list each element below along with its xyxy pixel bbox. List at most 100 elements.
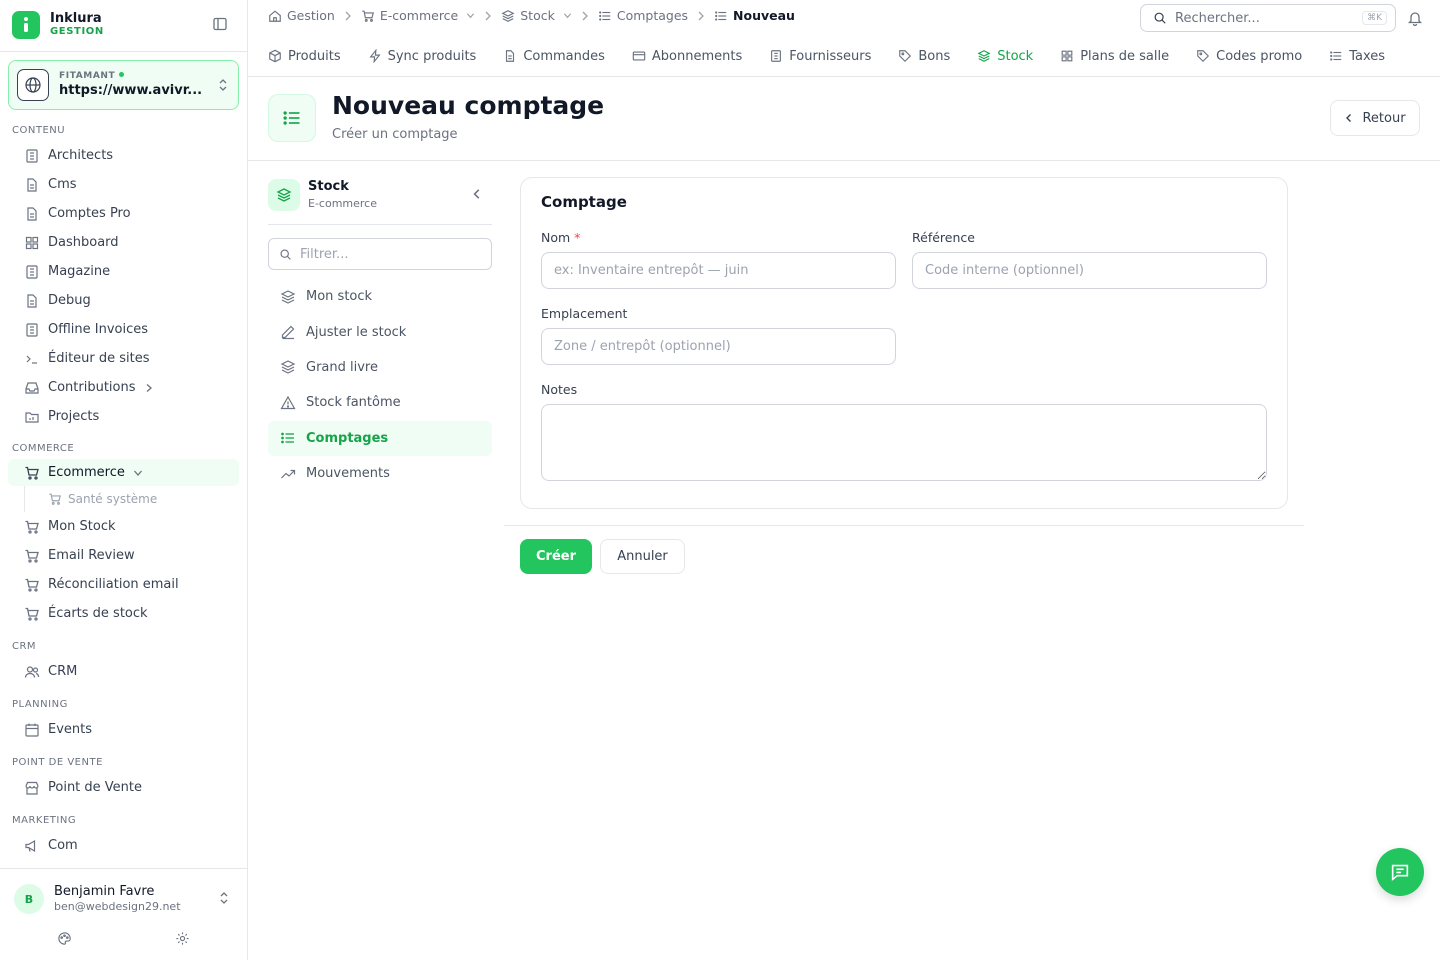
nom-label: Nom * <box>541 230 581 245</box>
globe-icon <box>17 69 49 101</box>
tab-plans-de-salle[interactable]: Plans de salle <box>1060 35 1169 76</box>
sidebar-toggle-icon[interactable] <box>212 16 228 32</box>
breadcrumb-nouveau: Nouveau <box>714 8 795 23</box>
tab-bons[interactable]: Bons <box>898 35 950 76</box>
subnav-item-stock-fantome[interactable]: Stock fantôme <box>268 385 492 420</box>
sidebar-item-architects[interactable]: Architects <box>8 141 239 170</box>
chat-bubble-icon[interactable] <box>1376 848 1424 896</box>
subnav-item-comptages[interactable]: Comptages <box>268 420 492 456</box>
sidebar-item-mon-stock[interactable]: Mon Stock <box>8 512 239 541</box>
layers-icon <box>280 359 296 375</box>
settings-gear-icon[interactable] <box>175 931 190 946</box>
subnav-filter-input[interactable]: Filtrer... <box>268 238 492 270</box>
user-menu[interactable]: B Benjamin Favre ben@webdesign29.net <box>0 868 247 960</box>
sidebar-item-projects[interactable]: Projects <box>8 402 239 431</box>
users-icon <box>24 664 40 680</box>
sidebar-item-crm[interactable]: CRM <box>8 657 239 686</box>
sidebar-item-email-review[interactable]: Email Review <box>8 541 239 570</box>
subnav-items: Mon stock Ajuster le stock Grand livre S… <box>268 279 492 491</box>
subnav-item-grand-livre[interactable]: Grand livre <box>268 350 492 385</box>
grid-icon <box>1060 49 1074 63</box>
warning-icon <box>280 395 296 411</box>
notes-textarea[interactable] <box>541 404 1267 481</box>
list-icon <box>280 430 296 446</box>
sidebar-item-editeur-de-sites[interactable]: Éditeur de sites <box>8 344 239 373</box>
tab-taxes[interactable]: Taxes <box>1329 35 1385 76</box>
sidebar-item-magazine[interactable]: Magazine <box>8 257 239 286</box>
cancel-button[interactable]: Annuler <box>600 539 685 574</box>
terminal-icon <box>24 351 40 367</box>
sidebar-item-point-de-vente[interactable]: Point de Vente <box>8 773 239 802</box>
section-title-planning: PLANNING <box>12 699 68 710</box>
box-icon <box>268 49 282 63</box>
layers-icon <box>501 9 515 23</box>
layers-icon <box>977 49 991 63</box>
brand[interactable]: Inklura GESTION <box>12 11 242 41</box>
search-placeholder: Rechercher... <box>1175 10 1260 26</box>
breadcrumb-separator-icon <box>484 11 492 21</box>
list-icon <box>268 94 316 142</box>
file-icon <box>503 49 517 63</box>
sidebar-item-dashboard[interactable]: Dashboard <box>8 228 239 257</box>
sidebar-item-events[interactable]: Events <box>8 715 239 744</box>
nom-input[interactable] <box>541 252 896 289</box>
breadcrumb-separator-icon <box>581 11 589 21</box>
breadcrumb: Gestion E-commerce Stock Comptages Nouve… <box>268 8 795 23</box>
folder-icon <box>24 409 40 425</box>
sidebar-item-contributions[interactable]: Contributions <box>8 373 239 402</box>
chevron-updown-icon <box>218 891 230 905</box>
breadcrumb-gestion[interactable]: Gestion <box>268 8 335 23</box>
global-search[interactable]: Rechercher... ⌘K <box>1140 4 1396 32</box>
subnav-item-mon-stock[interactable]: Mon stock <box>268 279 492 314</box>
tab-stock[interactable]: Stock <box>965 35 1045 76</box>
page-header: Nouveau comptage Créer un comptage Retou… <box>248 77 1440 161</box>
breadcrumb-stock[interactable]: Stock <box>501 8 572 23</box>
bell-icon[interactable] <box>1407 10 1423 26</box>
sidebar: Inklura GESTION FITAMANT https://www.avi… <box>0 0 248 960</box>
app-root: Inklura GESTION FITAMANT https://www.avi… <box>0 0 1440 960</box>
cart-icon <box>24 465 40 481</box>
calendar-icon <box>24 722 40 738</box>
site-switcher[interactable]: FITAMANT https://www.avivr... <box>8 60 239 110</box>
sidebar-item-com[interactable]: Com <box>8 831 239 860</box>
cart-icon <box>24 548 40 564</box>
reference-input[interactable] <box>912 252 1267 289</box>
sidebar-item-ecarts-de-stock[interactable]: Écarts de stock <box>8 599 239 628</box>
back-button[interactable]: Retour <box>1330 100 1420 136</box>
create-button[interactable]: Créer <box>520 539 592 574</box>
palette-icon[interactable] <box>57 931 72 946</box>
emplacement-input[interactable] <box>541 328 896 365</box>
cart-icon <box>361 9 375 23</box>
breadcrumb-separator-icon <box>344 11 352 21</box>
sidebar-subitem-sante-systeme[interactable]: Santé système <box>8 486 239 512</box>
subnav-item-mouvements[interactable]: Mouvements <box>268 456 492 491</box>
section-title-contenu: CONTENU <box>12 125 66 136</box>
subnav-item-ajuster-le-stock[interactable]: Ajuster le stock <box>268 314 492 349</box>
building-icon <box>24 264 40 280</box>
chevron-right-icon <box>144 383 154 393</box>
section-title-crm: CRM <box>12 641 37 652</box>
sidebar-item-comptes-pro[interactable]: Comptes Pro <box>8 199 239 228</box>
tab-fournisseurs[interactable]: Fournisseurs <box>769 35 871 76</box>
home-icon <box>268 9 282 23</box>
sidebar-item-offline-invoices[interactable]: Offline Invoices <box>8 315 239 344</box>
breadcrumb-ecommerce[interactable]: E-commerce <box>361 8 475 23</box>
tab-codes-promo[interactable]: Codes promo <box>1196 35 1302 76</box>
cart-icon <box>24 606 40 622</box>
tab-abonnements[interactable]: Abonnements <box>632 35 742 76</box>
emplacement-label: Emplacement <box>541 306 628 321</box>
sidebar-item-debug[interactable]: Debug <box>8 286 239 315</box>
top-bar: Gestion E-commerce Stock Comptages Nouve… <box>248 0 1440 35</box>
tab-commandes[interactable]: Commandes <box>503 35 605 76</box>
tab-produits[interactable]: Produits <box>268 35 341 76</box>
cart-icon <box>24 577 40 593</box>
tab-sync-produits[interactable]: Sync produits <box>368 35 476 76</box>
collapse-chevron-left-icon[interactable] <box>471 188 483 200</box>
sidebar-item-cms[interactable]: Cms <box>8 170 239 199</box>
sidebar-item-ecommerce[interactable]: Ecommerce <box>8 459 239 486</box>
chevron-updown-icon <box>217 78 229 92</box>
cart-icon <box>24 519 40 535</box>
sidebar-item-reconciliation-email[interactable]: Réconciliation email <box>8 570 239 599</box>
breadcrumb-comptages[interactable]: Comptages <box>598 8 688 23</box>
chevron-down-icon <box>563 11 572 20</box>
